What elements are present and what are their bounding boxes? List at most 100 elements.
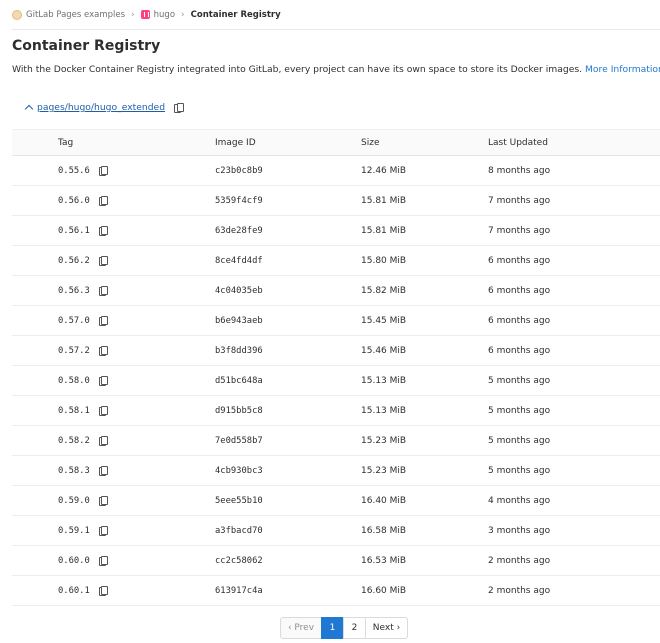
size-cell: 15.46 MiB <box>361 345 407 356</box>
tag-value: 0.58.3 <box>58 465 90 476</box>
chevron-right-icon: › <box>131 9 135 20</box>
tag-cell: 0.57.0 <box>58 315 109 326</box>
image-id-cell: b3f8dd396 <box>215 345 263 356</box>
last-updated-cell: 2 months ago <box>488 585 551 596</box>
image-id-cell: 5eee55b10 <box>215 495 263 506</box>
copy-icon[interactable] <box>98 346 109 356</box>
breadcrumb: GitLab Pages examples › hugo › Container… <box>12 0 660 30</box>
last-updated-cell: 3 months ago <box>488 525 551 536</box>
copy-icon[interactable] <box>98 526 109 536</box>
size-cell: 12.46 MiB <box>361 165 407 176</box>
table-row: 0.60.0 cc2c58062 16.53 MiB 2 months ago <box>12 546 660 576</box>
last-updated-cell: 8 months ago <box>488 165 551 176</box>
pagination: ‹ Prev 1 2 Next › <box>280 617 408 639</box>
image-id-cell: d51bc648a <box>215 375 263 386</box>
size-cell: 15.80 MiB <box>361 255 407 266</box>
breadcrumb-current[interactable]: Container Registry <box>191 10 281 20</box>
last-updated-cell: 6 months ago <box>488 345 551 356</box>
table-row: 0.59.1 a3fbacd70 16.58 MiB 3 months ago <box>12 516 660 546</box>
table-body: 0.55.6 c23b0c8b9 12.46 MiB 8 months ago 0.56… <box>12 156 660 606</box>
breadcrumb-project[interactable]: hugo <box>140 10 175 20</box>
table-row: 0.58.0 d51bc648a 15.13 MiB 5 months ago <box>12 366 660 396</box>
chevron-up-icon[interactable] <box>24 104 34 114</box>
project-avatar-icon <box>140 10 150 19</box>
header-last-updated: Last Updated <box>488 137 548 148</box>
prev-page-button[interactable]: ‹ Prev <box>280 617 322 639</box>
tag-cell: 0.56.3 <box>58 285 109 296</box>
table-row: 0.60.1 613917c4a 16.60 MiB 2 months ago <box>12 576 660 606</box>
table-row: 0.57.2 b3f8dd396 15.46 MiB 6 months ago <box>12 336 660 366</box>
tag-value: 0.56.3 <box>58 285 90 296</box>
table-row: 0.58.2 7e0d558b7 15.23 MiB 5 months ago <box>12 426 660 456</box>
image-id-cell: 8ce4fd4df <box>215 255 263 266</box>
repository-toggle[interactable]: pages/hugo/hugo_extended <box>24 102 184 114</box>
copy-icon[interactable] <box>98 556 109 566</box>
size-cell: 15.23 MiB <box>361 465 407 476</box>
copy-icon[interactable] <box>174 103 184 113</box>
tag-value: 0.55.6 <box>58 165 90 176</box>
tag-value: 0.60.0 <box>58 555 90 566</box>
last-updated-cell: 4 months ago <box>488 495 551 506</box>
last-updated-cell: 6 months ago <box>488 285 551 296</box>
table-row: 0.56.2 8ce4fd4df 15.80 MiB 6 months ago <box>12 246 660 276</box>
copy-icon[interactable] <box>98 256 109 266</box>
image-id-cell: c23b0c8b9 <box>215 165 263 176</box>
tag-cell: 0.58.3 <box>58 465 109 476</box>
breadcrumb-group[interactable]: GitLab Pages examples <box>12 9 125 20</box>
table-row: 0.55.6 c23b0c8b9 12.46 MiB 8 months ago <box>12 156 660 186</box>
tag-value: 0.57.0 <box>58 315 90 326</box>
copy-icon[interactable] <box>98 166 109 176</box>
copy-icon[interactable] <box>98 316 109 326</box>
page-2-button[interactable]: 2 <box>343 617 366 639</box>
table-row: 0.57.0 b6e943aeb 15.45 MiB 6 months ago <box>12 306 660 336</box>
copy-icon[interactable] <box>98 376 109 386</box>
table-row: 0.59.0 5eee55b10 16.40 MiB 4 months ago <box>12 486 660 516</box>
last-updated-cell: 5 months ago <box>488 375 551 386</box>
header-size: Size <box>361 137 380 148</box>
image-id-cell: d915bb5c8 <box>215 405 263 416</box>
image-id-cell: 4cb930bc3 <box>215 465 263 476</box>
copy-icon[interactable] <box>98 226 109 236</box>
tag-cell: 0.56.0 <box>58 196 109 206</box>
image-id-cell: cc2c58062 <box>215 555 263 566</box>
copy-icon[interactable] <box>98 286 109 296</box>
header-tag: Tag <box>58 137 74 148</box>
tag-cell: 0.58.0 <box>58 376 109 386</box>
tag-value: 0.60.1 <box>58 585 90 596</box>
table-row: 0.56.1 63de28fe9 15.81 MiB 7 months ago <box>12 216 660 246</box>
breadcrumb-group-label[interactable]: GitLab Pages examples <box>26 10 125 20</box>
image-id-cell: b6e943aeb <box>215 315 263 326</box>
tag-value: 0.56.1 <box>58 225 90 236</box>
tag-value: 0.58.2 <box>58 435 90 446</box>
copy-icon[interactable] <box>98 496 109 506</box>
tag-value: 0.59.0 <box>58 495 90 506</box>
tag-cell: 0.56.1 <box>58 225 109 236</box>
copy-icon[interactable] <box>98 196 109 206</box>
last-updated-cell: 7 months ago <box>488 195 551 206</box>
size-cell: 15.13 MiB <box>361 375 407 386</box>
page-1-button[interactable]: 1 <box>321 617 344 639</box>
repository-path-link[interactable]: pages/hugo/hugo_extended <box>37 102 165 113</box>
size-cell: 15.81 MiB <box>361 195 407 206</box>
last-updated-cell: 6 months ago <box>488 315 551 326</box>
table-row: 0.56.0 5359f4cf9 15.81 MiB 7 months ago <box>12 186 660 216</box>
tag-value: 0.57.2 <box>58 345 90 356</box>
copy-icon[interactable] <box>98 586 109 596</box>
tag-value: 0.59.1 <box>58 525 90 536</box>
tag-value: 0.58.1 <box>58 405 90 416</box>
next-page-button[interactable]: Next › <box>365 617 408 639</box>
size-cell: 16.58 MiB <box>361 525 407 536</box>
copy-icon[interactable] <box>98 406 109 416</box>
more-information-link[interactable]: More Information <box>585 64 660 75</box>
breadcrumb-project-label[interactable]: hugo <box>154 10 175 20</box>
tag-cell: 0.56.2 <box>58 256 109 266</box>
copy-icon[interactable] <box>98 436 109 446</box>
header-image-id: Image ID <box>215 137 256 148</box>
size-cell: 15.23 MiB <box>361 435 407 446</box>
last-updated-cell: 5 months ago <box>488 465 551 476</box>
size-cell: 15.82 MiB <box>361 285 407 296</box>
image-id-cell: 5359f4cf9 <box>215 195 263 206</box>
chevron-right-icon: › <box>181 9 185 20</box>
copy-icon[interactable] <box>98 466 109 476</box>
size-cell: 16.60 MiB <box>361 585 407 596</box>
